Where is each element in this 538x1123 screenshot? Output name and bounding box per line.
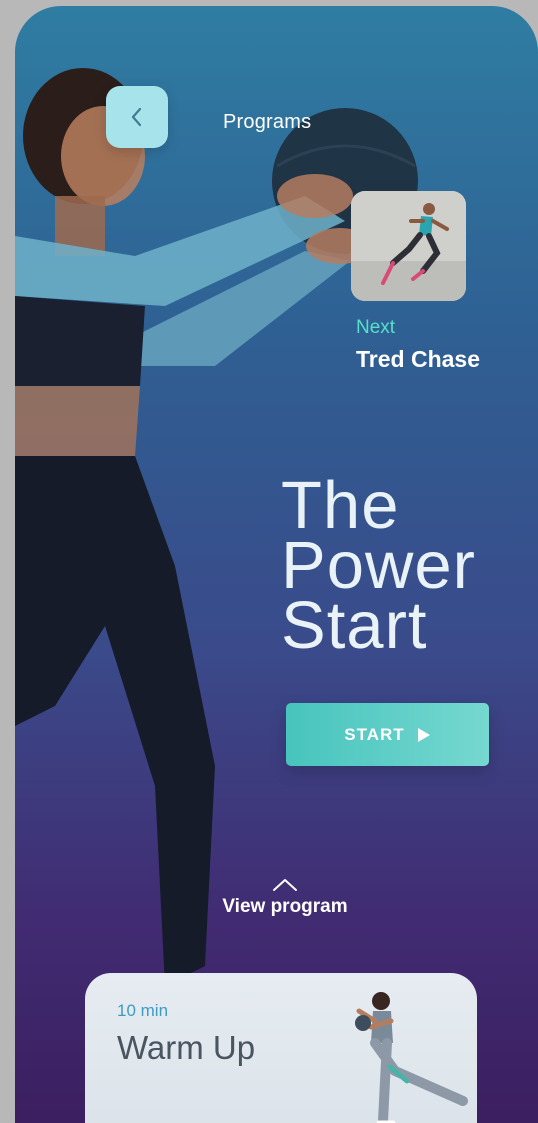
- chevron-left-icon: [131, 107, 142, 127]
- view-program-label: View program: [222, 896, 348, 917]
- warmup-title: Warm Up: [117, 1029, 256, 1066]
- runner-image: [351, 191, 466, 301]
- start-button[interactable]: START: [286, 703, 489, 766]
- phone-screen: Programs Next Tred Chase The Power Start…: [15, 6, 538, 1123]
- chevron-up-icon: [273, 879, 297, 891]
- next-label: Next: [356, 317, 396, 338]
- play-icon: [417, 727, 430, 742]
- warmup-card[interactable]: 10 min Warm Up: [85, 973, 477, 1123]
- program-title-line: The: [281, 468, 400, 543]
- start-button-label: START: [344, 724, 405, 744]
- page-title: Programs: [223, 111, 312, 133]
- program-title: The Power Start: [281, 468, 531, 663]
- next-program-title[interactable]: Tred Chase: [356, 346, 480, 373]
- warmup-duration: 10 min: [117, 1001, 169, 1020]
- view-program-toggle[interactable]: View program: [195, 878, 375, 918]
- program-title-line: Power: [281, 528, 476, 603]
- back-button[interactable]: [106, 86, 168, 148]
- program-title-line: Start: [281, 588, 428, 663]
- next-program-thumbnail[interactable]: [351, 191, 466, 301]
- warmup-athlete-image: [355, 992, 468, 1123]
